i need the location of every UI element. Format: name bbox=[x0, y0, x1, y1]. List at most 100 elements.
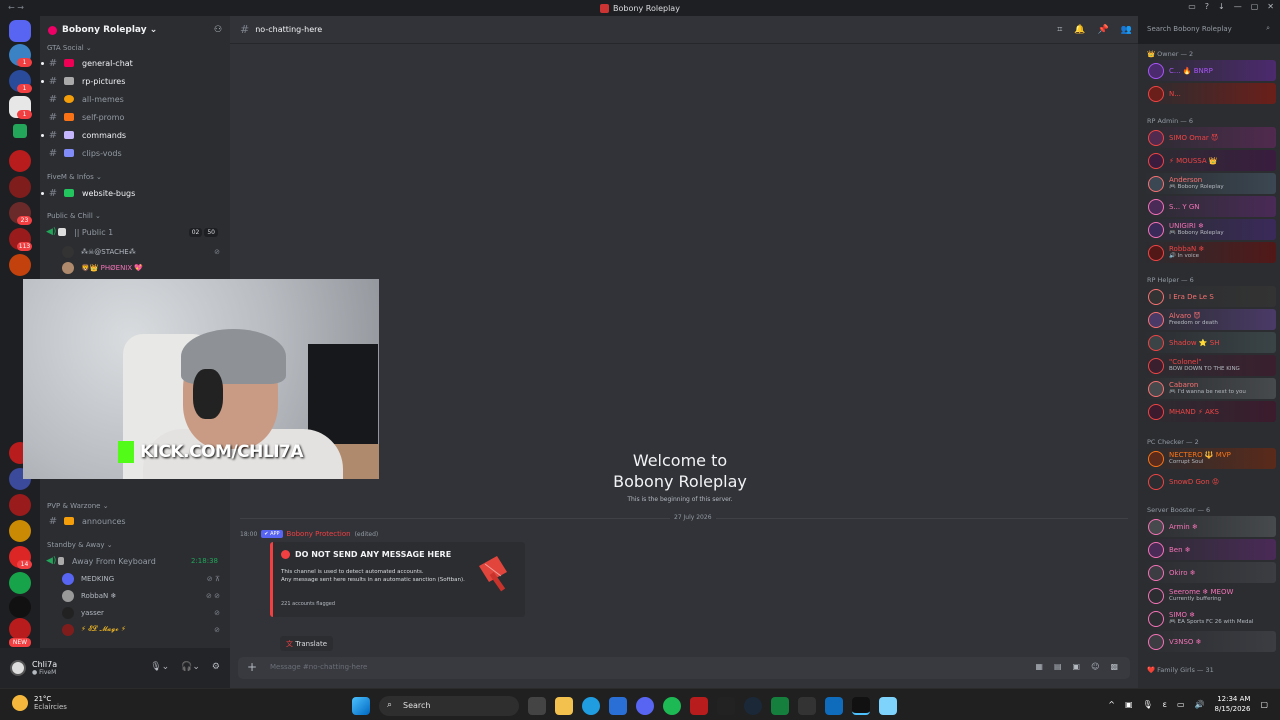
nav-arrows[interactable]: ← → bbox=[8, 3, 24, 12]
threads-icon[interactable]: ⌗ bbox=[1057, 25, 1062, 35]
discord-icon[interactable] bbox=[636, 697, 654, 715]
voice-user[interactable]: ⁂☠@STACHE⁂ ⊘ bbox=[62, 243, 224, 260]
member-row[interactable]: Alvaro 😈 Freedom or death bbox=[1144, 309, 1276, 330]
network-icon[interactable]: ▭ bbox=[1177, 700, 1185, 709]
chevron-up-icon[interactable]: ^ bbox=[1108, 700, 1115, 709]
pin-icon[interactable]: 📌 bbox=[1098, 25, 1109, 35]
member-row[interactable]: Cabaron 🎮 I'd wanna be next to you bbox=[1144, 378, 1276, 399]
voice-user[interactable]: yasser ⊘ bbox=[62, 604, 224, 621]
epic-games-icon[interactable] bbox=[717, 697, 735, 715]
bell-icon[interactable]: 🔔 bbox=[1074, 25, 1085, 35]
translate-button[interactable]: 文 Translate bbox=[280, 636, 334, 651]
clock[interactable]: 12:34 AM 8/15/2026 bbox=[1215, 694, 1251, 714]
category-fivem-infos[interactable]: FiveM & Infos ⌄ bbox=[47, 173, 102, 181]
gear-icon[interactable]: ⚙ bbox=[212, 662, 220, 672]
notifications-icon[interactable]: ▢ bbox=[1260, 700, 1268, 709]
voice-user[interactable]: RobbaN ❄ ⊘ ⊘ bbox=[62, 587, 224, 604]
discord-home-icon[interactable] bbox=[9, 20, 31, 42]
taskbar-search[interactable]: ⌕ Search bbox=[379, 696, 519, 716]
folder-icon[interactable] bbox=[13, 124, 27, 138]
member-row[interactable]: Anderson 🎮 Bobony Roleplay bbox=[1144, 173, 1276, 194]
voice-channel-public-1[interactable]: ◀) || Public 1 02 50 bbox=[46, 224, 224, 240]
member-row[interactable]: "Colonel" BOW DOWN TO THE KING bbox=[1144, 355, 1276, 376]
channel-announces[interactable]: # announces bbox=[46, 513, 224, 529]
members-icon[interactable]: 👥 bbox=[1121, 25, 1132, 35]
weather-widget[interactable]: 21°C Eclaircies bbox=[12, 695, 67, 711]
volume-icon[interactable]: 🔊 bbox=[1195, 700, 1205, 709]
obs-icon[interactable] bbox=[798, 697, 816, 715]
search-input[interactable]: Search Bobony Roleplay ⌕ bbox=[1142, 22, 1274, 37]
maximize-icon[interactable]: ▢ bbox=[1251, 2, 1259, 11]
channel-all-memes[interactable]: # all-memes bbox=[46, 91, 224, 107]
server-icon-12[interactable] bbox=[9, 520, 31, 542]
app-icon[interactable] bbox=[852, 697, 870, 715]
server-header[interactable]: Bobony Roleplay ⌄ ⚇ bbox=[40, 16, 230, 44]
channel-website-bugs[interactable]: # website-bugs bbox=[41, 185, 224, 201]
headphones-icon[interactable]: 🎧⌄ bbox=[181, 662, 200, 672]
member-row[interactable]: SnowD Gon 😡 bbox=[1144, 471, 1276, 492]
app-icon[interactable] bbox=[690, 697, 708, 715]
minimize-icon[interactable]: — bbox=[1234, 2, 1242, 11]
member-row[interactable]: N... bbox=[1144, 83, 1276, 104]
channel-general-chat[interactable]: # general-chat bbox=[41, 55, 224, 71]
message-input[interactable]: + Message #no-chatting-here ▦ ▤ ▣ ☺ ▩ bbox=[238, 657, 1130, 679]
voice-user[interactable]: ⚡ 𝓔𝓛 𝓜𝓪𝓰𝓸 ⚡ ⊘ bbox=[62, 621, 224, 638]
steam-icon[interactable] bbox=[744, 697, 762, 715]
category-public-chill[interactable]: Public & Chill ⌄ bbox=[47, 212, 101, 220]
member-row[interactable]: Armin ❄ bbox=[1144, 516, 1276, 537]
member-row[interactable]: SIMO ❄ 🎮 EA Sports FC 26 with Medal bbox=[1144, 608, 1276, 629]
member-row[interactable]: S... Y GN bbox=[1144, 196, 1276, 217]
sticker-icon[interactable]: ▣ bbox=[1073, 662, 1081, 671]
microphone-icon[interactable]: 🎙 bbox=[1143, 700, 1153, 709]
member-row[interactable]: RobbaN ❄ 🔊 In voice bbox=[1144, 242, 1276, 263]
channel-rp-pictures[interactable]: # rp-pictures bbox=[41, 73, 224, 89]
user-info[interactable]: Chli7a ● FiveM bbox=[32, 660, 57, 676]
channel-self-promo[interactable]: # self-promo bbox=[46, 109, 224, 125]
add-attachment-icon[interactable]: + bbox=[247, 660, 257, 674]
gif-icon[interactable]: ▤ bbox=[1054, 662, 1062, 671]
category-gta-social[interactable]: GTA Social ⌄ bbox=[47, 44, 92, 52]
message-author[interactable]: Bobony Protection bbox=[287, 530, 351, 538]
close-icon[interactable]: ✕ bbox=[1267, 2, 1274, 11]
inbox-icon[interactable]: ▭ bbox=[1188, 2, 1196, 11]
category-pvp-warzone[interactable]: PVP & Warzone ⌄ bbox=[47, 502, 109, 510]
store-icon[interactable] bbox=[609, 697, 627, 715]
server-icon-4[interactable] bbox=[9, 150, 31, 172]
notepad-icon[interactable] bbox=[879, 697, 897, 715]
apps-icon[interactable]: ▩ bbox=[1110, 662, 1118, 671]
language-icon[interactable]: ε bbox=[1163, 700, 1167, 709]
member-row[interactable]: Seerome ❄ MEOW Currently buffering bbox=[1144, 585, 1276, 606]
voice-user[interactable]: MEDKING ⊘ ⊼ bbox=[62, 570, 224, 587]
member-row[interactable]: Ben ❄ bbox=[1144, 539, 1276, 560]
member-row[interactable]: Shadow ⭐ SH bbox=[1144, 332, 1276, 353]
member-row[interactable]: V3NSO ❄ bbox=[1144, 631, 1276, 652]
avatar[interactable] bbox=[10, 660, 26, 676]
member-row[interactable]: ⚡ MOUSSA 👑 bbox=[1144, 150, 1276, 171]
member-row[interactable]: UNIGIRI ❄ 🎮 Bobony Roleplay bbox=[1144, 219, 1276, 240]
channel-clips-vods[interactable]: # clips-vods bbox=[46, 145, 224, 161]
member-row[interactable]: MHAND ⚡ AKS bbox=[1144, 401, 1276, 422]
server-icon-11[interactable] bbox=[9, 494, 31, 516]
member-row[interactable]: NECTERO 🔱 MVP Corrupt Soul bbox=[1144, 448, 1276, 469]
outlook-icon[interactable] bbox=[825, 697, 843, 715]
windows-start-icon[interactable] bbox=[352, 697, 370, 715]
spotify-icon[interactable] bbox=[663, 697, 681, 715]
task-view-icon[interactable] bbox=[528, 697, 546, 715]
member-row[interactable]: C... 🔥 BNRP bbox=[1144, 60, 1276, 81]
server-icon-5[interactable] bbox=[9, 176, 31, 198]
edge-icon[interactable] bbox=[582, 697, 600, 715]
server-icon-8[interactable] bbox=[9, 254, 31, 276]
voice-channel-afk[interactable]: ◀) Away From Keyboard 2:18:38 bbox=[46, 553, 224, 569]
file-explorer-icon[interactable] bbox=[555, 697, 573, 715]
invite-icon[interactable]: ⚇ bbox=[214, 25, 224, 35]
member-row[interactable]: SIMO Omar 😈 bbox=[1144, 127, 1276, 148]
emoji-icon[interactable]: ☺ bbox=[1091, 662, 1099, 671]
gift-icon[interactable]: ▦ bbox=[1035, 662, 1043, 671]
server-icon-15[interactable] bbox=[9, 596, 31, 618]
app-icon[interactable] bbox=[771, 697, 789, 715]
microphone-icon[interactable]: 🎙⌄ bbox=[150, 662, 169, 672]
tray-app-icon[interactable]: ▣ bbox=[1125, 700, 1133, 709]
server-icon-16[interactable] bbox=[9, 618, 31, 640]
download-icon[interactable]: ↓ bbox=[1218, 2, 1225, 11]
help-icon[interactable]: ? bbox=[1205, 2, 1209, 11]
